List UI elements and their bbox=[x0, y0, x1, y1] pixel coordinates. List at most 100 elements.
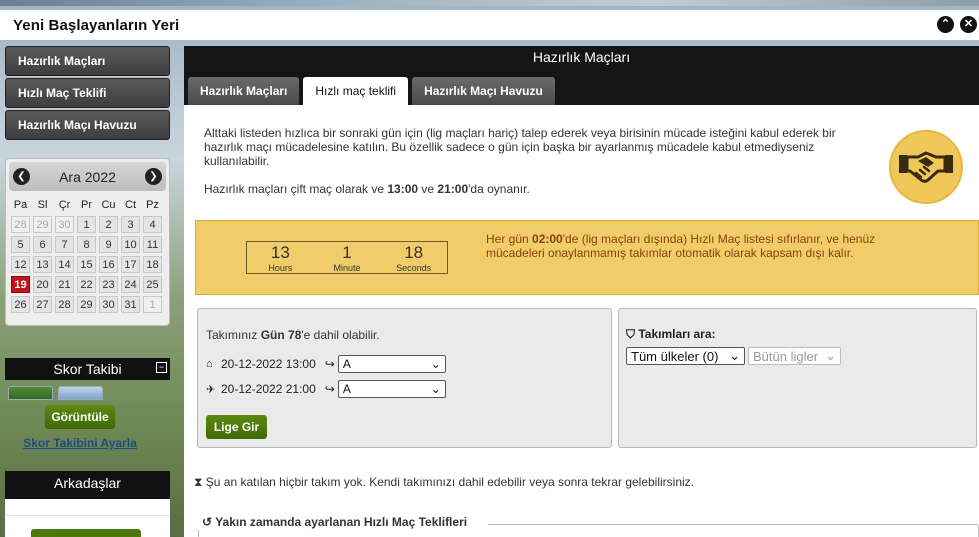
hours-label: Hours bbox=[268, 263, 293, 273]
collapse-icon[interactable]: ⌃ bbox=[937, 16, 954, 33]
league-select[interactable]: Bütün ligler ⌄ bbox=[748, 347, 841, 365]
sidebar-item-friendly-pool[interactable]: Hazırlık Maçı Havuzu bbox=[5, 110, 170, 140]
schedule-time-1: 13:00 bbox=[387, 182, 419, 196]
chevron-down-icon: ⌄ bbox=[430, 357, 441, 371]
countdown-timer: 13 Hours 1 Minute 18 Seconds bbox=[246, 241, 448, 274]
team-name: Gün 78 bbox=[260, 328, 302, 342]
calendar-day[interactable]: 30 bbox=[99, 296, 118, 313]
close-icon[interactable]: ✕ bbox=[960, 16, 977, 33]
score-tracking-header: Skor Takibi − bbox=[5, 358, 170, 380]
match-team-select[interactable]: A ⌄ bbox=[337, 380, 446, 398]
calendar-day[interactable]: 27 bbox=[33, 296, 52, 313]
calendar-day[interactable]: 9 bbox=[99, 236, 118, 253]
calendar-day[interactable]: 15 bbox=[77, 256, 96, 273]
sidebar-item-quick-match-offer[interactable]: Hızlı Maç Teklifi bbox=[5, 78, 170, 108]
calendar-day[interactable]: 12 bbox=[11, 256, 30, 273]
calendar-day-today[interactable]: 19 bbox=[11, 276, 30, 293]
country-select-value: Tüm ülkeler (0) bbox=[631, 348, 719, 364]
calendar-day[interactable]: 3 bbox=[121, 216, 140, 233]
match-row: ⌂ 20-12-2022 13:00 ↪ A ⌄ bbox=[206, 355, 446, 373]
view-button[interactable]: Görüntüle bbox=[45, 405, 115, 429]
calendar-day[interactable]: 25 bbox=[143, 276, 162, 293]
friends-widget: Arkadaşlar bbox=[5, 471, 170, 537]
match-datetime: 20-12-2022 13:00 bbox=[221, 357, 316, 371]
main-panel: Hazırlık Maçları Hazırlık Maçları Hızlı … bbox=[184, 46, 979, 537]
divider bbox=[5, 515, 170, 516]
calendar-day[interactable]: 13 bbox=[33, 256, 52, 273]
chevron-left-icon[interactable]: ❮ bbox=[13, 168, 30, 185]
calendar-day[interactable]: 17 bbox=[121, 256, 140, 273]
shield-icon: ⛉ bbox=[626, 327, 636, 341]
countdown-seconds: 18 Seconds bbox=[380, 242, 447, 273]
reset-time: 02:00 bbox=[532, 232, 563, 246]
weekday-label: Sl bbox=[37, 199, 48, 211]
calendar-day[interactable]: 7 bbox=[55, 236, 74, 253]
calendar-day[interactable]: 16 bbox=[99, 256, 118, 273]
page-title: Hazırlık Maçları bbox=[532, 49, 631, 65]
calendar-day[interactable]: 26 bbox=[11, 296, 30, 313]
top-background-strip bbox=[0, 0, 979, 6]
seconds-value: 18 bbox=[404, 243, 424, 262]
calendar-day[interactable]: 4 bbox=[143, 216, 162, 233]
minimize-icon[interactable]: − bbox=[156, 362, 167, 373]
window-title: Yeni Başlayanların Yeri bbox=[13, 16, 180, 34]
calendar-day[interactable]: 29 bbox=[33, 216, 52, 233]
countdown-hours: 13 Hours bbox=[247, 242, 314, 273]
tab-quick-match-offer[interactable]: Hızlı maç teklifi bbox=[303, 77, 409, 105]
join-prefix: Takımınız bbox=[206, 328, 261, 342]
handshake-icon bbox=[889, 130, 963, 204]
calendar-day[interactable]: 14 bbox=[55, 256, 74, 273]
team-search-filters: Tüm ülkeler (0) ⌄ Bütün ligler ⌄ bbox=[626, 347, 841, 365]
calendar-day[interactable]: 21 bbox=[55, 276, 74, 293]
calendar-day[interactable]: 6 bbox=[33, 236, 52, 253]
pitch-thumbnail[interactable] bbox=[8, 386, 53, 400]
calendar-day[interactable]: 10 bbox=[121, 236, 140, 253]
share-icon: ↪ bbox=[324, 357, 335, 371]
calendar-day[interactable]: 30 bbox=[55, 216, 74, 233]
calendar-day[interactable]: 18 bbox=[143, 256, 162, 273]
friends-button[interactable] bbox=[31, 529, 141, 537]
weekday-label: Cu bbox=[101, 199, 116, 211]
calendar-header: ❮ Ara 2022 ❯ bbox=[9, 162, 166, 191]
schedule-text: Hazırlık maçları çift maç olarak ve 13:0… bbox=[204, 182, 530, 196]
calendar-day[interactable]: 2 bbox=[99, 216, 118, 233]
calendar-day[interactable]: 5 bbox=[11, 236, 30, 253]
match-team-select-value: A bbox=[342, 382, 351, 396]
countdown-minutes: 1 Minute bbox=[314, 242, 381, 273]
status-text: Şu an katılan hiçbir takım yok. Kendi ta… bbox=[205, 475, 695, 489]
calendar-day[interactable]: 20 bbox=[33, 276, 52, 293]
schedule-mid: ve bbox=[418, 182, 438, 196]
status-message: ⧗ Şu an katılan hiçbir takım yok. Kendi … bbox=[194, 475, 694, 490]
join-panel: Takımınız Gün 78'e dahil olabilir. ⌂ 20-… bbox=[197, 308, 612, 448]
score-settings-link[interactable]: Skor Takibini Ayarla bbox=[5, 436, 155, 450]
calendar-day[interactable]: 8 bbox=[77, 236, 96, 253]
reset-notice: 13 Hours 1 Minute 18 Seconds Her gün 02:… bbox=[195, 220, 979, 295]
team-search-label: Takımları ara: bbox=[638, 327, 716, 341]
calendar-day[interactable]: 1 bbox=[77, 216, 96, 233]
tab-friendly-pool[interactable]: Hazırlık Maçı Havuzu bbox=[412, 77, 555, 105]
calendar-grid: Pa Sl Çr Pr Cu Ct Pz 28 29 30 1 2 3 4 5 6 7 8 9 10 11 12 13 14 1… bbox=[11, 197, 166, 313]
calendar-day[interactable]: 23 bbox=[99, 276, 118, 293]
share-icon: ↪ bbox=[324, 382, 335, 396]
tab-friendly-matches[interactable]: Hazırlık Maçları bbox=[188, 77, 300, 105]
match-team-select[interactable]: A ⌄ bbox=[337, 355, 446, 373]
ball-thumbnail[interactable] bbox=[58, 386, 103, 400]
sidebar-item-friendly-matches[interactable]: Hazırlık Maçları bbox=[5, 46, 170, 76]
friends-title: Arkadaşlar bbox=[5, 471, 170, 499]
calendar-day[interactable]: 31 bbox=[121, 296, 140, 313]
calendar-day[interactable]: 24 bbox=[121, 276, 140, 293]
match-datetime: 20-12-2022 21:00 bbox=[221, 382, 316, 396]
reset-message: Her gün 02:00'de (lig maçları dışında) H… bbox=[486, 232, 876, 260]
calendar-day[interactable]: 1 bbox=[143, 296, 162, 313]
calendar-day[interactable]: 22 bbox=[77, 276, 96, 293]
join-league-button[interactable]: Lige Gir bbox=[206, 415, 267, 439]
recent-title-text: Yakın zamanda ayarlanan Hızlı Maç Teklif… bbox=[215, 515, 468, 529]
calendar-day[interactable]: 11 bbox=[143, 236, 162, 253]
chevron-down-icon: ⌄ bbox=[430, 382, 441, 396]
calendar-day[interactable]: 29 bbox=[77, 296, 96, 313]
country-select[interactable]: Tüm ülkeler (0) ⌄ bbox=[626, 347, 745, 365]
calendar-day[interactable]: 28 bbox=[55, 296, 74, 313]
home-icon: ⌂ bbox=[206, 358, 213, 370]
calendar-day[interactable]: 28 bbox=[11, 216, 30, 233]
chevron-right-icon[interactable]: ❯ bbox=[144, 168, 162, 185]
